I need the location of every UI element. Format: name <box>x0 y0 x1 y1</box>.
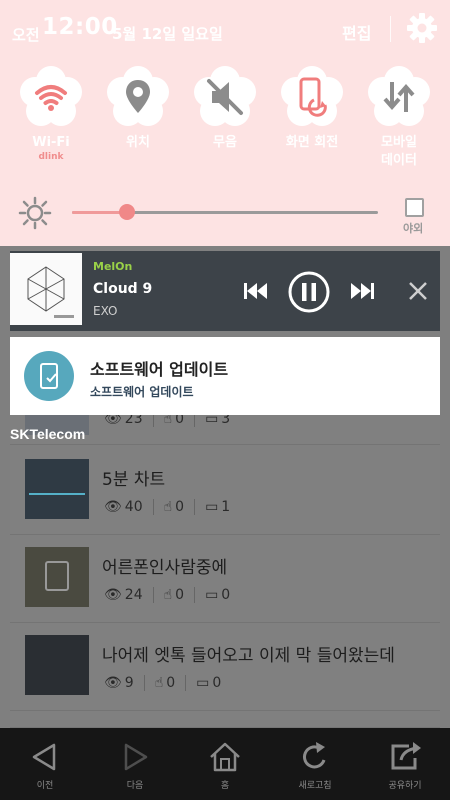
likes-stat: ☝ 0 <box>154 675 187 691</box>
toggle-label: 화면 회전 <box>285 135 339 150</box>
chart-thumb-line <box>29 493 85 495</box>
refresh-icon <box>302 742 326 769</box>
brightness-row: 야외 <box>0 190 450 240</box>
list-title: 어른폰인사람중에 <box>102 558 228 578</box>
song-title: Cloud 9 <box>93 281 153 297</box>
eye-icon: 👁 <box>104 675 122 691</box>
likes-stat: ☝ 0 <box>163 499 196 515</box>
nav-home-button[interactable]: 홈 <box>180 728 270 800</box>
time-ampm: 오전 <box>12 26 40 44</box>
nav-forward-button[interactable]: 다음 <box>90 728 180 800</box>
album-art <box>10 253 82 325</box>
location-icon <box>107 66 169 128</box>
toggle-label: Wi-Fi <box>32 135 70 150</box>
list-thumbnail <box>25 635 89 695</box>
eye-icon: 👁 <box>104 587 122 603</box>
nav-label: 이전 <box>36 781 54 791</box>
nav-back-button[interactable]: 이전 <box>0 728 90 800</box>
comments-stat: ▭ 1 <box>205 499 231 515</box>
list-title: 5분 차트 <box>102 470 166 490</box>
carrier-logo: SKTelecom <box>10 426 86 442</box>
status-header: 오전 12:00 5월 12일 일요일 편집 <box>0 0 450 58</box>
edit-button[interactable]: 편집 <box>342 20 371 44</box>
views-stat: 👁 24 <box>104 587 154 603</box>
brightness-slider[interactable] <box>72 204 378 220</box>
nav-refresh-button[interactable]: 새로고침 <box>270 728 360 800</box>
nav-share-button[interactable]: 공유하기 <box>360 728 450 800</box>
thumb-up-icon: ☝ <box>154 675 164 691</box>
toggle-label: 무음 <box>213 135 237 150</box>
toggle-location[interactable]: 위치 <box>103 66 173 152</box>
list-thumbnail <box>25 547 89 607</box>
pause-icon[interactable] <box>286 269 332 315</box>
clock: 12:00 <box>42 14 118 40</box>
list-title: 나어제 엣톡 들어오고 이제 막 들어왔는데 <box>102 646 395 666</box>
artist-name: EXO <box>93 304 118 318</box>
notification-subtitle: 소프트웨어 업데이트 <box>90 385 194 399</box>
comments-stat: ▭ 0 <box>196 675 222 691</box>
close-icon[interactable] <box>398 271 438 311</box>
nav-label: 공유하기 <box>388 781 422 791</box>
bottom-navbar: 이전 다음 홈 새로고침 공유하기 <box>0 728 450 800</box>
list-item[interactable]: 어른폰인사람중에 👁 24 ☝ 0 ▭ 0 <box>10 535 440 623</box>
nav-label: 새로고침 <box>298 781 332 791</box>
comment-icon: ▭ <box>196 675 210 691</box>
comment-icon: ▭ <box>205 499 219 515</box>
nav-label: 홈 <box>220 781 230 791</box>
toggle-mute[interactable]: 무음 <box>190 66 260 152</box>
software-update-icon <box>24 351 74 401</box>
software-update-notification[interactable]: 소프트웨어 업데이트 소프트웨어 업데이트 <box>10 337 440 415</box>
wifi-network-name: dlink <box>38 152 64 162</box>
views-stat: 👁 40 <box>104 499 154 515</box>
outdoor-mode-checkbox[interactable] <box>405 198 424 217</box>
brightness-slider-knob[interactable] <box>119 204 136 220</box>
notification-shade: 오전 12:00 5월 12일 일요일 편집 Wi-Fi dlink 위치 무음… <box>0 0 450 246</box>
mute-icon <box>194 66 256 128</box>
mobile-data-icon <box>368 66 430 128</box>
list-item[interactable]: 나어제 엣톡 들어오고 이제 막 들어왔는데 👁 9 ☝ 0 ▭ 0 <box>10 623 440 711</box>
list-thumbnail <box>25 459 89 519</box>
header-divider <box>390 16 391 42</box>
quick-settings: Wi-Fi dlink 위치 무음 화면 회전 모바일 데이터 <box>0 66 450 186</box>
thumb-up-icon: ☝ <box>163 587 173 603</box>
comment-icon: ▭ <box>205 587 219 603</box>
wifi-icon <box>20 66 82 128</box>
date[interactable]: 5월 12일 일요일 <box>112 23 223 44</box>
rotate-screen-icon <box>281 66 343 128</box>
forward-icon <box>124 743 148 771</box>
nav-label: 다음 <box>126 781 144 791</box>
toggle-rotate-screen[interactable]: 화면 회전 <box>277 66 347 152</box>
gear-icon[interactable] <box>404 10 440 46</box>
views-stat: 👁 9 <box>104 675 145 691</box>
toggle-label: 위치 <box>126 135 150 150</box>
toggle-wifi[interactable]: Wi-Fi dlink <box>16 66 86 162</box>
list-item <box>10 711 440 728</box>
thumb-up-icon: ☝ <box>163 499 173 515</box>
home-icon <box>210 742 240 772</box>
notification-title: 소프트웨어 업데이트 <box>90 360 229 379</box>
list-item[interactable]: 5분 차트 👁 40 ☝ 0 ▭ 1 <box>10 445 440 535</box>
music-notification[interactable]: MelOn Cloud 9 EXO <box>10 251 440 331</box>
list-stats: 👁 24 ☝ 0 ▭ 0 <box>104 587 250 603</box>
toggle-mobile-data[interactable]: 모바일 데이터 <box>364 66 434 170</box>
outdoor-mode-label: 야외 <box>403 222 424 235</box>
comments-stat: ▭ 0 <box>205 587 231 603</box>
list-stats: 👁 9 ☝ 0 ▭ 0 <box>104 675 241 691</box>
list-stats: 👁 40 ☝ 0 ▭ 1 <box>104 499 250 515</box>
eye-icon: 👁 <box>104 499 122 515</box>
toggle-label: 모바일 데이터 <box>381 135 417 168</box>
share-icon <box>391 742 421 770</box>
music-app-name: MelOn <box>93 260 133 273</box>
back-icon <box>32 743 56 771</box>
previous-track-icon[interactable] <box>237 271 277 311</box>
phone-thumb-shape <box>45 561 69 591</box>
next-track-icon[interactable] <box>341 271 381 311</box>
brightness-icon <box>18 196 52 230</box>
likes-stat: ☝ 0 <box>163 587 196 603</box>
